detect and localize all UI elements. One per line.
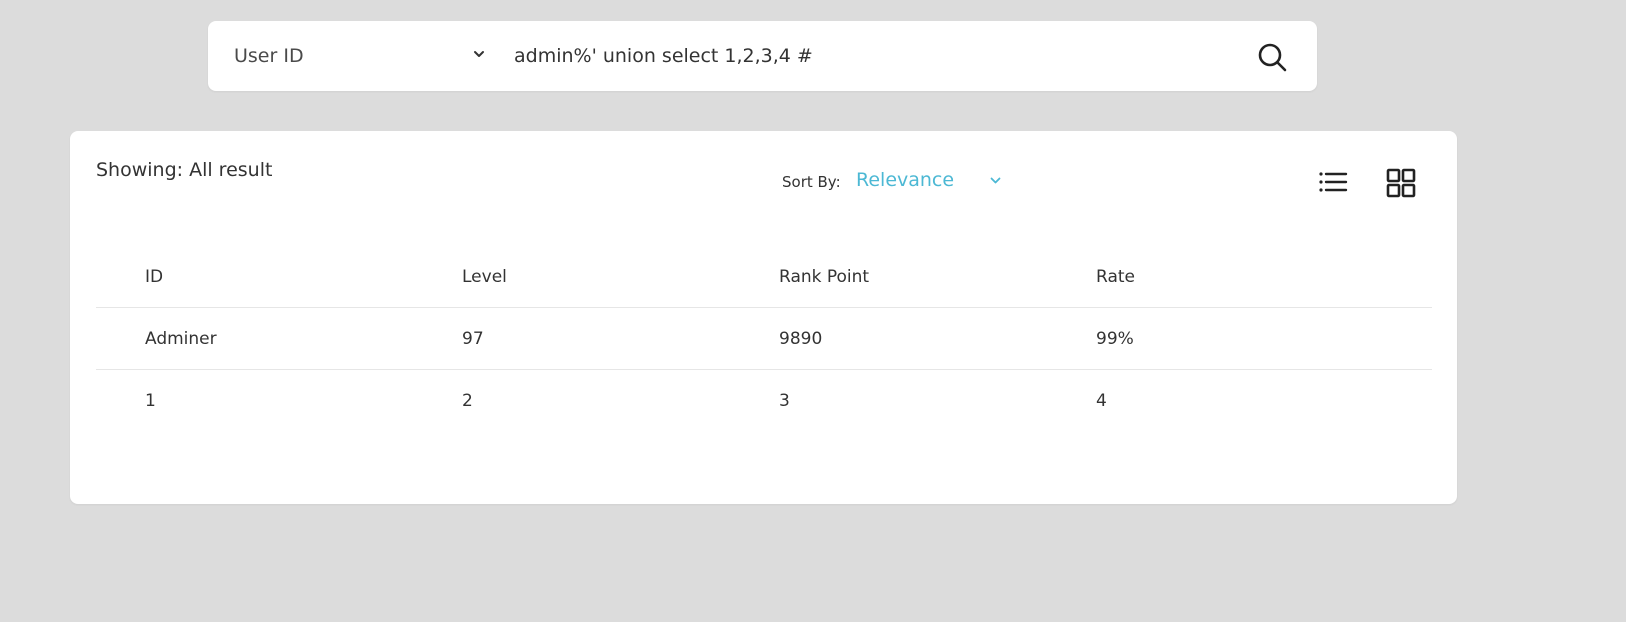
cell-level: 97 bbox=[462, 328, 484, 349]
sort-by-label: Sort By: bbox=[782, 173, 841, 191]
cell-rank-point: 9890 bbox=[779, 328, 823, 349]
sort-select-value: Relevance bbox=[856, 169, 955, 191]
cell-level: 2 bbox=[462, 390, 473, 411]
table-header-row: ID Level Rank Point Rate bbox=[96, 246, 1432, 308]
table-row[interactable]: 1 2 3 4 bbox=[96, 370, 1432, 431]
list-view-icon[interactable] bbox=[1317, 167, 1349, 199]
results-table: ID Level Rank Point Rate Adminer 97 9890… bbox=[96, 246, 1432, 431]
search-field-select-value: User ID bbox=[234, 45, 304, 67]
search-icon[interactable] bbox=[1255, 40, 1289, 74]
column-header-id: ID bbox=[145, 266, 164, 287]
cell-rank-point: 3 bbox=[779, 390, 790, 411]
cell-rate: 99% bbox=[1096, 328, 1134, 349]
column-header-rank-point: Rank Point bbox=[779, 266, 870, 287]
cell-rate: 4 bbox=[1096, 390, 1107, 411]
showing-label: Showing: All result bbox=[96, 159, 273, 181]
chevron-down-icon bbox=[474, 51, 484, 57]
cell-id: 1 bbox=[145, 390, 156, 411]
cell-id: Adminer bbox=[145, 328, 217, 349]
column-header-rate: Rate bbox=[1096, 266, 1135, 287]
chevron-down-icon bbox=[990, 177, 1001, 184]
search-field-select[interactable]: User ID bbox=[234, 21, 486, 91]
grid-view-icon[interactable] bbox=[1385, 167, 1417, 199]
results-card: Showing: All result Sort By: Relevance I… bbox=[70, 131, 1457, 504]
sort-select[interactable]: Relevance bbox=[856, 165, 1002, 195]
search-bar: User ID bbox=[208, 21, 1317, 91]
search-input[interactable] bbox=[506, 36, 1222, 76]
table-row[interactable]: Adminer 97 9890 99% bbox=[96, 308, 1432, 370]
column-header-level: Level bbox=[462, 266, 507, 287]
